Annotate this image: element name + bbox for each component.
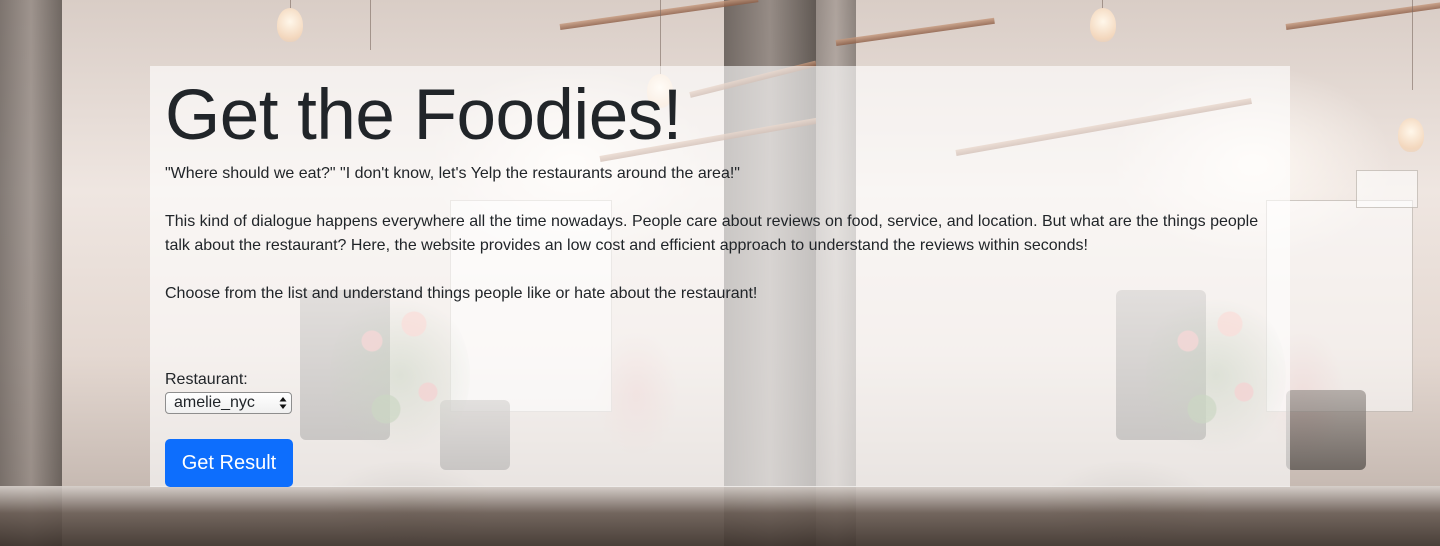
restaurant-select-value: amelie_nyc bbox=[174, 394, 255, 411]
intro-text: "Where should we eat?" "I don't know, le… bbox=[165, 162, 1265, 330]
restaurant-select[interactable]: amelie_nyc bbox=[165, 392, 292, 414]
get-result-button[interactable]: Get Result bbox=[165, 439, 293, 487]
intro-quote: "Where should we eat?" "I don't know, le… bbox=[165, 165, 740, 182]
restaurant-form: Restaurant: amelie_nyc Get Result bbox=[165, 370, 293, 487]
restaurant-label: Restaurant: bbox=[165, 371, 248, 388]
page-title: Get the Foodies! bbox=[165, 76, 682, 155]
intro-instruction: Choose from the list and understand thin… bbox=[165, 285, 758, 302]
intro-description: This kind of dialogue happens everywhere… bbox=[165, 213, 1259, 254]
chevron-updown-icon bbox=[279, 395, 287, 411]
page: Get the Foodies! "Where should we eat?" … bbox=[0, 0, 1440, 546]
hero-card: Get the Foodies! "Where should we eat?" … bbox=[150, 66, 1290, 487]
